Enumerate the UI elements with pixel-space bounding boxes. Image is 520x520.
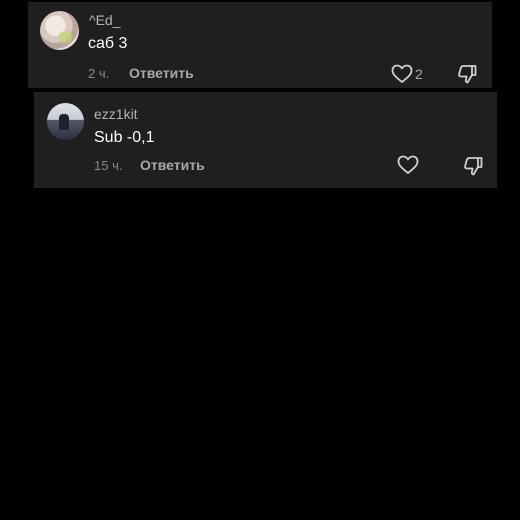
reply-button[interactable]: Ответить [140, 157, 205, 173]
user-avatar[interactable] [47, 103, 84, 140]
comment-timestamp: 15 ч. [94, 158, 123, 173]
heart-icon[interactable] [391, 64, 413, 84]
thumbs-down-icon[interactable] [456, 63, 478, 85]
comment-card: ^Ed_ саб 3 2 ч. Ответить 2 [28, 2, 492, 88]
like-count: 2 [415, 66, 423, 82]
comment-username[interactable]: ^Ed_ [89, 12, 120, 28]
comment-timestamp: 2 ч. [88, 66, 110, 81]
thumbs-down-icon[interactable] [462, 155, 484, 177]
comment-text: саб 3 [88, 35, 128, 52]
heart-icon[interactable] [397, 155, 419, 175]
user-avatar[interactable] [40, 11, 79, 50]
comment-text: Sub -0,1 [94, 129, 155, 146]
reply-button[interactable]: Ответить [129, 65, 194, 81]
comment-username[interactable]: ezz1kit [94, 106, 138, 122]
comment-card: ezz1kit Sub -0,1 15 ч. Ответить [34, 92, 497, 188]
